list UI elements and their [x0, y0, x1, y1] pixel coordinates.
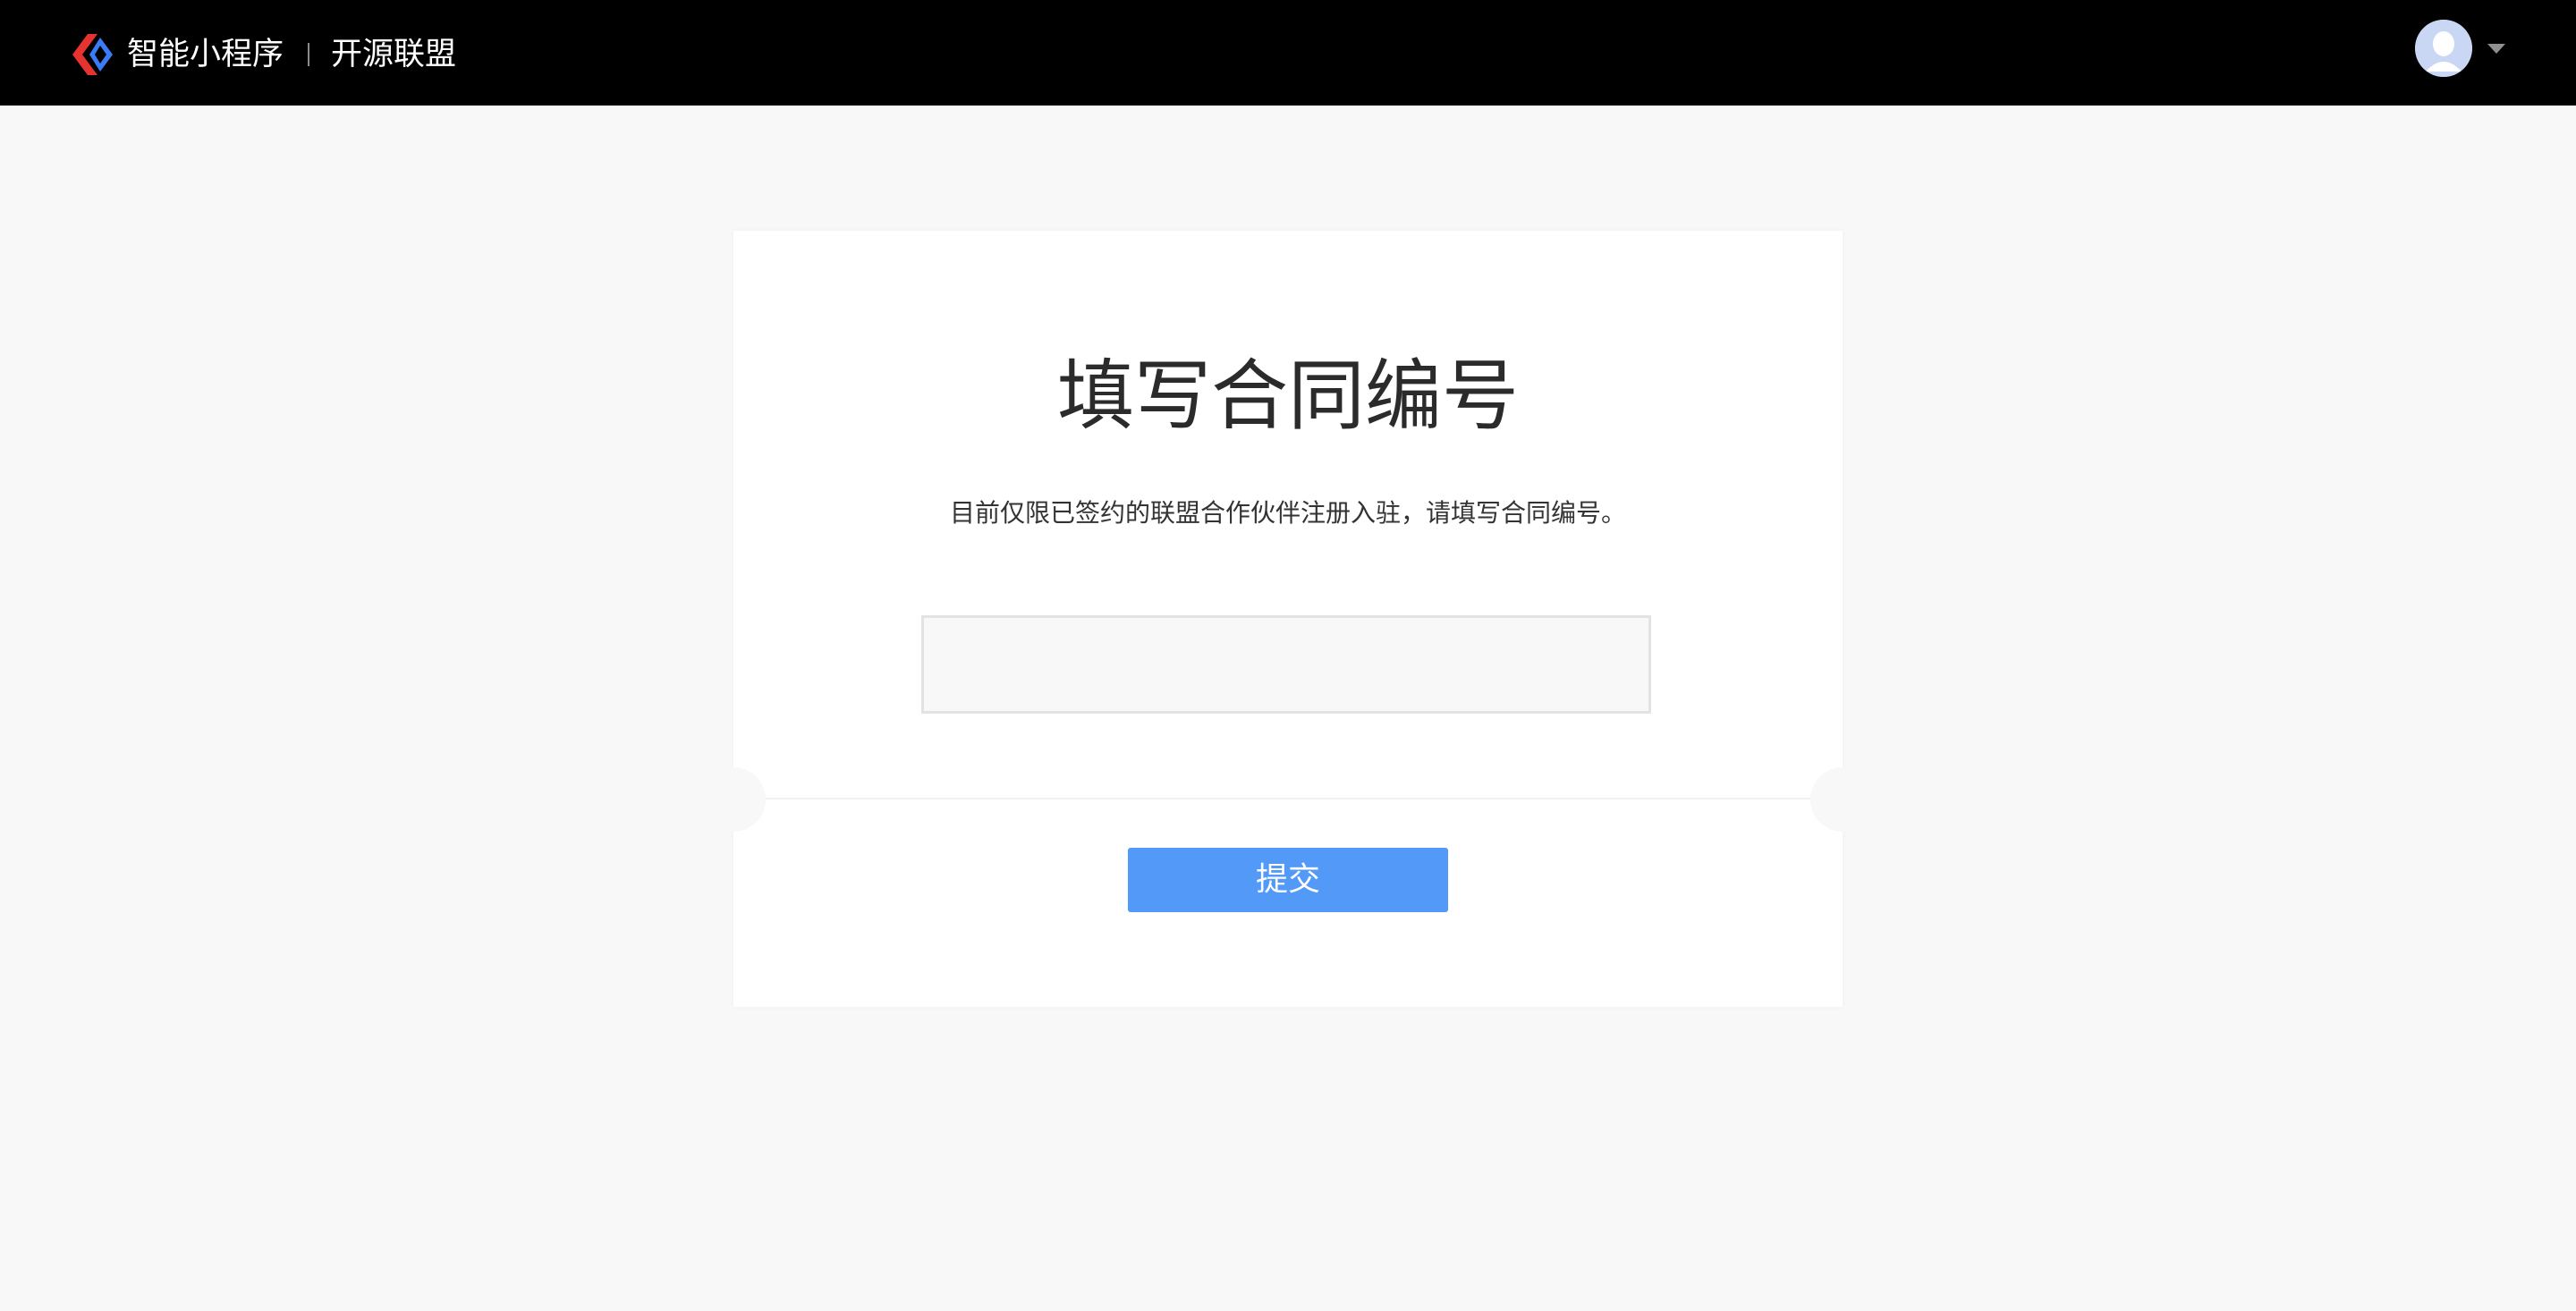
page-title: 填写合同编号	[1057, 351, 1519, 441]
user-avatar-icon[interactable]	[2415, 20, 2472, 77]
card-notch-left	[701, 767, 766, 832]
user-silhouette-icon	[2415, 20, 2472, 77]
card-notch-right	[1810, 767, 1875, 832]
contract-number-card: 填写合同编号 目前仅限已签约的联盟合作伙伴注册入驻，请填写合同编号。 提交	[701, 231, 1875, 1007]
contract-number-input[interactable]	[921, 615, 1651, 714]
caret-down-icon[interactable]	[2487, 44, 2505, 54]
page-description: 目前仅限已签约的联盟合作伙伴注册入驻，请填写合同编号。	[949, 498, 1626, 528]
brand-subtitle[interactable]: 开源联盟	[331, 30, 456, 79]
smart-miniprogram-logo-icon[interactable]	[70, 34, 114, 75]
card-divider	[751, 798, 1825, 799]
submit-button[interactable]: 提交	[1128, 848, 1448, 912]
brand-name[interactable]: 智能小程序	[127, 30, 284, 79]
brand-divider	[308, 43, 309, 66]
top-navigation-bar: 智能小程序 开源联盟	[0, 0, 2576, 106]
